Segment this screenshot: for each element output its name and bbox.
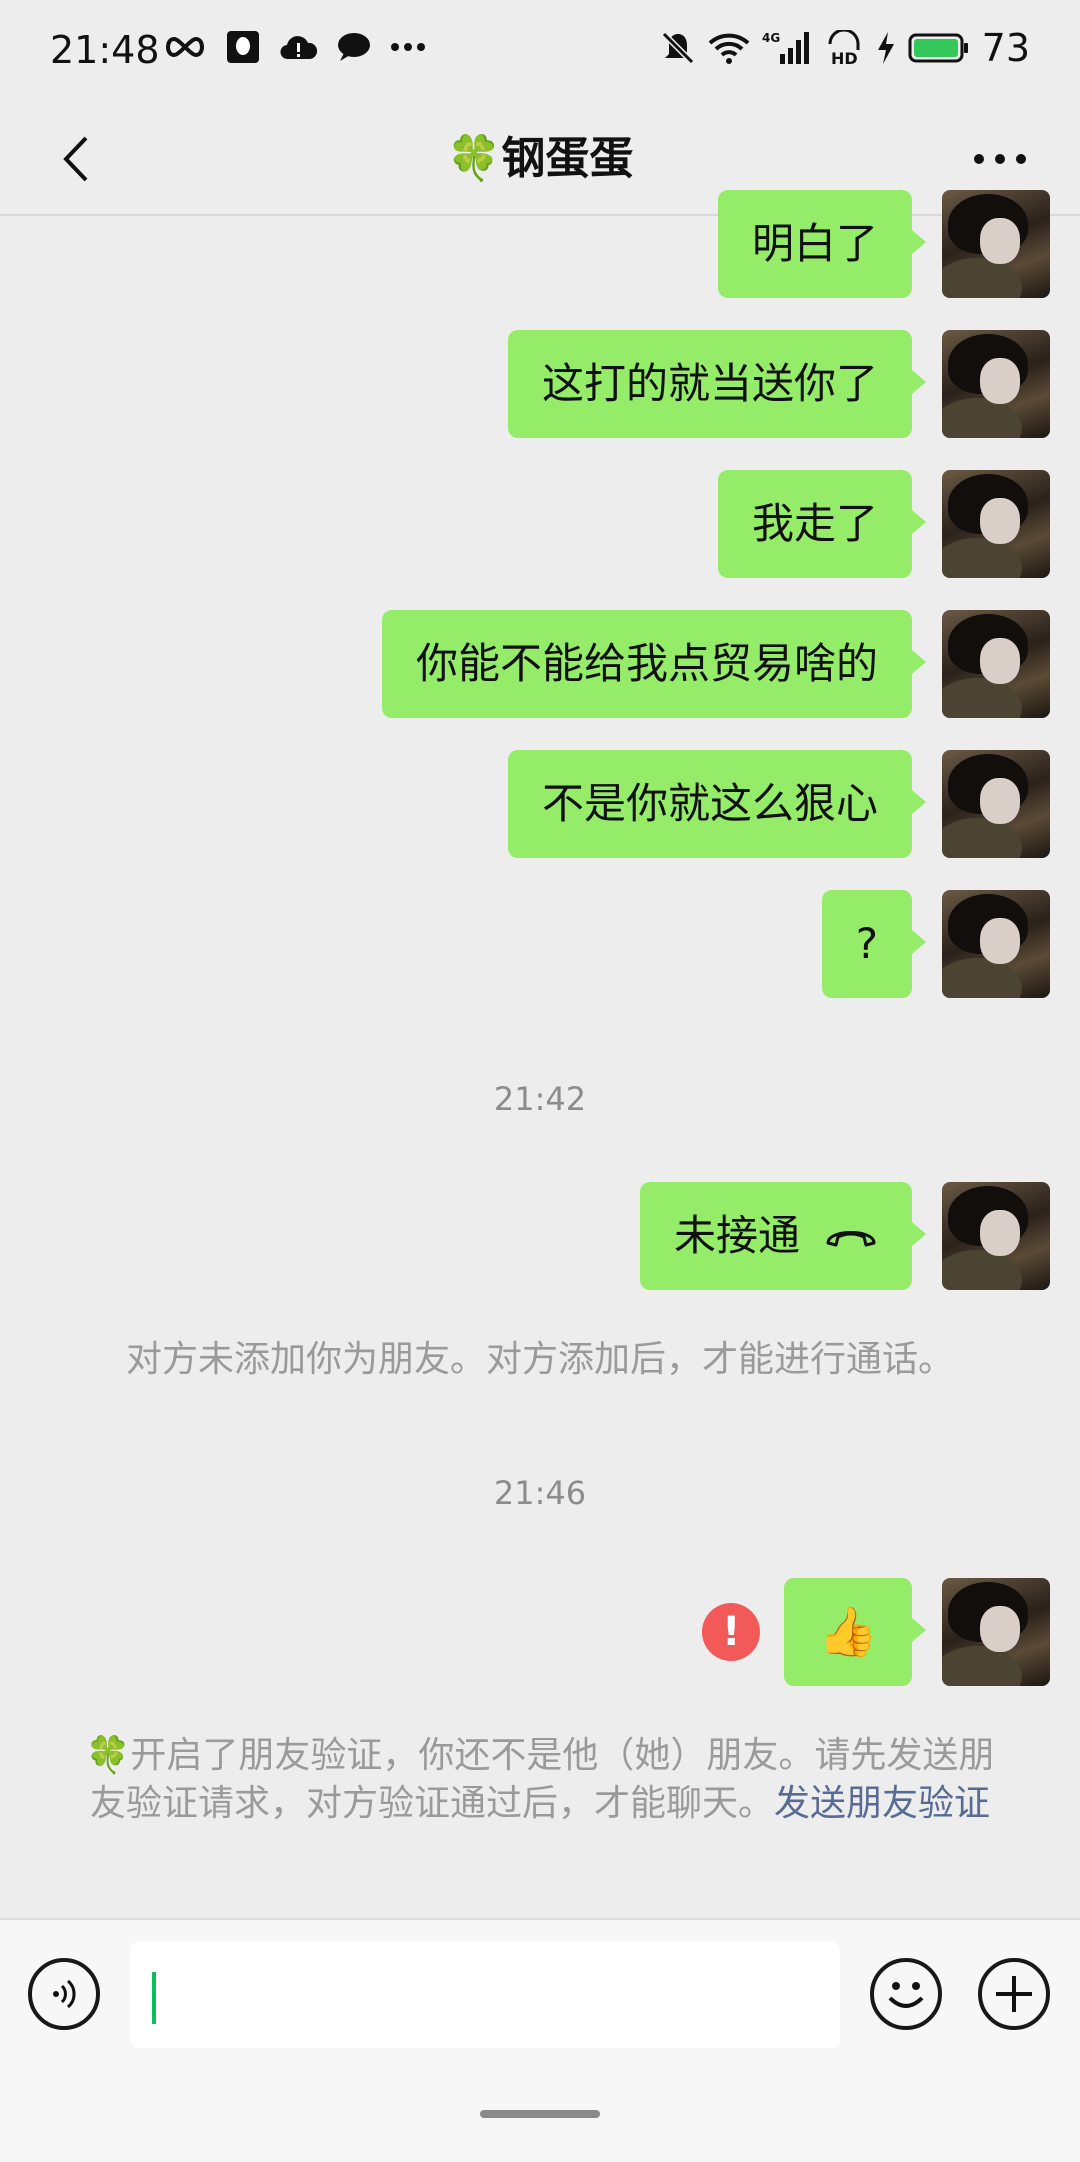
message-row: 我走了 [717,470,1050,578]
battery-level: 73 [981,26,1030,70]
avatar[interactable] [942,890,1050,998]
message-row: 不是你就这么狠心 [507,750,1050,858]
4g-signal-icon: 4G [762,31,809,64]
message-input[interactable] [130,1942,840,2048]
svg-text:HD: HD [831,49,858,66]
avatar[interactable] [942,750,1050,858]
chat-bubble-icon [338,33,370,61]
status-time: 21:48 [50,28,160,72]
svg-text:4G: 4G [762,31,780,45]
message-bubble[interactable]: 明白了 [717,190,927,298]
avatar[interactable] [942,1578,1050,1686]
message-row: ? [821,890,1050,998]
wifi-icon [708,33,749,64]
text-caret [152,1972,156,2024]
message-row: 明白了 [717,190,1050,298]
avatar[interactable] [942,1182,1050,1290]
avatar[interactable] [942,330,1050,438]
qq-icon [227,31,259,63]
input-bar [0,1918,1080,2162]
call-system-note: 对方未添加你为朋友。对方添加后，才能进行通话。 [125,1339,954,1380]
more-options-button[interactable] [950,124,1050,194]
emoji-message-bubble[interactable]: 👍 [784,1578,926,1686]
smiley-icon [888,1982,924,2008]
emoji-button[interactable] [870,1958,942,2030]
message-row: 未接通 [639,1182,1050,1290]
friend-verification-note: 🍀开启了朋友验证，你还不是他（她）朋友。请先发送朋友验证请求，对方验证通过后，才… [80,1732,1000,1828]
message-bubble[interactable]: 你能不能给我点贸易啥的 [381,610,927,718]
battery-icon [908,33,968,63]
send-failed-icon[interactable]: ! [702,1603,761,1661]
status-right-icons: 4G HD 73 [660,26,1030,70]
status-left-icons [162,30,426,64]
home-indicator[interactable] [480,2110,600,2118]
mute-icon [661,31,694,65]
message-bubble[interactable]: 不是你就这么狠心 [507,750,927,858]
plus-icon [996,1976,1032,2012]
avatar[interactable] [942,470,1050,578]
send-verification-link[interactable]: 发送朋友验证 [774,1783,990,1824]
more-dots-icon [391,43,425,51]
message-row: 这打的就当送你了 [507,330,1050,438]
voice-input-button[interactable] [28,1958,100,2030]
more-functions-button[interactable] [978,1958,1050,2030]
charging-icon [877,32,894,64]
timestamp: 21:46 [493,1474,587,1512]
avatar[interactable] [942,610,1050,718]
voice-icon [53,1979,76,2009]
status-bar: 21:48 4G HD 73 [0,0,1080,104]
chat-title: 🍀钢蛋蛋 [446,133,634,184]
hangup-phone-icon [826,1231,876,1247]
infinity-icon [166,36,204,58]
message-bubble[interactable]: 我走了 [717,470,927,578]
avatar[interactable] [942,190,1050,298]
message-bubble[interactable]: 这打的就当送你了 [507,330,927,438]
message-row: ! 👍 [702,1578,1050,1686]
more-dots-icon [974,154,1026,164]
message-row: 你能不能给我点贸易啥的 [381,610,1050,718]
alert-cloud-icon [280,36,318,60]
timestamp: 21:42 [493,1080,587,1118]
hd-icon: HD [828,30,860,66]
call-message-text: 未接通 [673,1211,800,1260]
message-bubble[interactable]: ? [821,890,927,998]
call-message-bubble[interactable]: 未接通 [639,1182,927,1290]
